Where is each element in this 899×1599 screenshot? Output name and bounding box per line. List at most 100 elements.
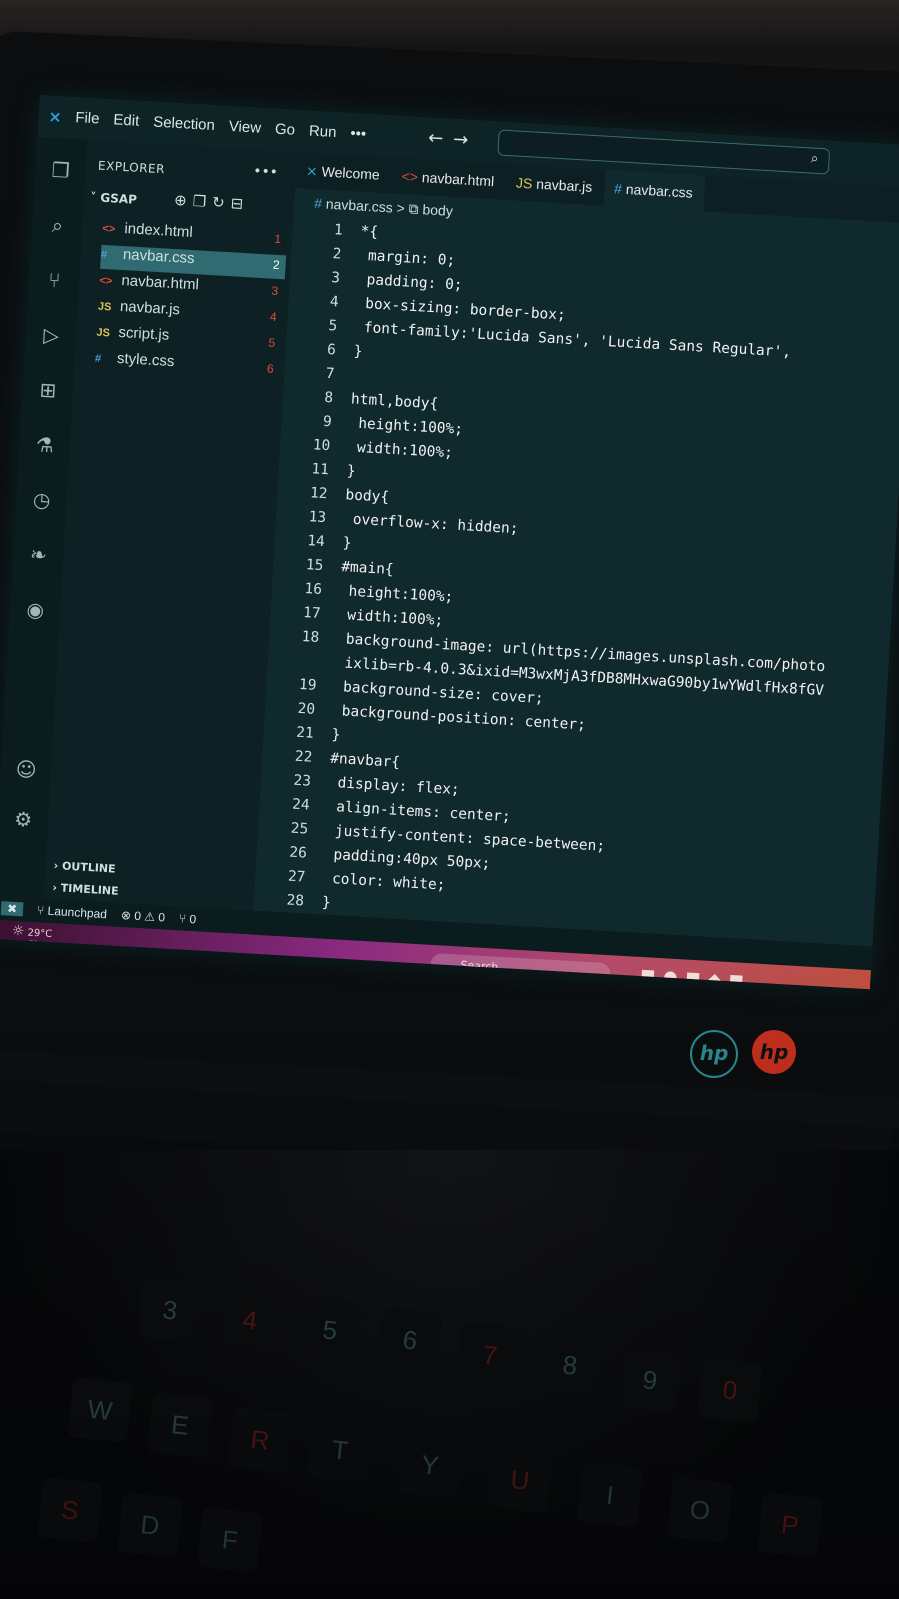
menu-run[interactable]: Run xyxy=(308,123,336,143)
laptop-screen: ⨯ File Edit Selection View Go Run ••• ←→… xyxy=(0,95,899,990)
breadcrumb-file[interactable]: navbar.css xyxy=(325,196,393,216)
hp-logo-icon: hp xyxy=(690,1030,738,1078)
line-number: 10 xyxy=(312,437,331,455)
breadcrumb-separator: > xyxy=(396,199,406,217)
extensions-icon[interactable]: ⊞ xyxy=(34,377,61,404)
search-icon[interactable]: ⌕ xyxy=(44,212,71,239)
css-file-icon: # xyxy=(94,352,102,365)
keyboard-key: O xyxy=(667,1477,733,1543)
github-icon[interactable]: ◉ xyxy=(22,597,49,624)
line-number: 14 xyxy=(306,533,326,551)
breadcrumb: # navbar.css > ⧉ body xyxy=(314,195,454,220)
back-arrow-icon[interactable]: ← xyxy=(428,127,454,149)
collapse-icon[interactable]: ⊟ xyxy=(230,194,250,213)
more-actions-icon[interactable]: ••• xyxy=(253,163,279,180)
keyboard-key: F xyxy=(197,1507,263,1573)
code-editor[interactable]: 1 *{2 margin: 0; 3 padding: 0; 4 box-sizing… xyxy=(252,220,899,976)
photo-scene: ⨯ File Edit Selection View Go Run ••• ←→… xyxy=(0,0,899,1599)
ports-status[interactable]: ⑂ 0 xyxy=(179,911,197,926)
keyboard-key: D xyxy=(117,1492,183,1558)
line-number: 25 xyxy=(290,820,309,838)
file-name: index.html xyxy=(123,220,194,242)
js-file-icon: JS xyxy=(97,300,112,314)
line-number: 17 xyxy=(302,605,322,622)
menu-selection[interactable]: Selection xyxy=(153,114,216,136)
menu-edit[interactable]: Edit xyxy=(113,111,140,130)
line-number: 27 xyxy=(287,868,306,886)
menu-bar: ⨯ File Edit Selection View Go Run ••• xyxy=(48,108,366,144)
problem-badge: 6 xyxy=(266,361,275,376)
keyboard-key: 0 xyxy=(697,1357,763,1423)
js-file-icon: JS xyxy=(96,326,111,340)
problems-status[interactable]: ⊗ 0 ⚠ 0 xyxy=(121,908,166,925)
line-number: 16 xyxy=(304,581,323,599)
project-folder[interactable]: ˅ GSAP xyxy=(90,190,137,207)
code-text: *{ xyxy=(360,223,379,241)
line-number: 24 xyxy=(291,796,310,814)
keyboard-key: W xyxy=(67,1377,133,1443)
menu-go[interactable]: Go xyxy=(274,121,296,140)
menu-view[interactable]: View xyxy=(228,118,261,138)
problem-badge: 4 xyxy=(269,309,278,324)
html-file-icon: <> xyxy=(401,167,423,186)
line-number: 6 xyxy=(326,341,337,359)
tab-label: navbar.css xyxy=(625,180,694,201)
nav-arrows: ←→ xyxy=(428,127,479,151)
line-number: 19 xyxy=(298,676,317,694)
breadcrumb-symbol[interactable]: body xyxy=(422,201,453,219)
vscode-logo-icon: ⨯ xyxy=(305,162,323,180)
line-number: 1 xyxy=(333,222,344,239)
testing-icon[interactable]: ⚗ xyxy=(31,432,58,459)
tab-navbar-css[interactable]: # navbar.css xyxy=(603,169,706,212)
js-file-icon: JS xyxy=(515,174,537,192)
search-icon: ⌕ xyxy=(810,150,820,167)
problem-badge: 2 xyxy=(272,257,281,273)
account-icon[interactable]: ☺ xyxy=(12,757,39,784)
line-number: 13 xyxy=(308,509,327,527)
line-number: 23 xyxy=(293,772,312,790)
source-control-icon[interactable]: ⑂ xyxy=(41,267,68,294)
keyboard-key: S xyxy=(37,1477,103,1543)
line-number: 5 xyxy=(327,318,338,335)
new-folder-icon[interactable]: ❐ xyxy=(192,192,212,211)
line-number: 20 xyxy=(297,700,316,718)
css-file-icon: # xyxy=(100,248,108,262)
keyboard-key: R xyxy=(227,1407,293,1473)
line-number xyxy=(268,663,336,667)
line-number: 4 xyxy=(329,294,340,311)
gear-icon[interactable]: ⚙ xyxy=(9,807,36,834)
run-debug-icon[interactable]: ▷ xyxy=(37,322,64,349)
launchpad-label: Launchpad xyxy=(47,903,108,922)
file-name: script.js xyxy=(117,323,170,344)
keyboard-key: U xyxy=(487,1447,553,1513)
tab-navbar-html[interactable]: <> navbar.html xyxy=(391,157,508,200)
line-number: 3 xyxy=(330,270,341,287)
code-text: } xyxy=(331,726,341,744)
file-name: navbar.js xyxy=(119,297,181,319)
problem-badge: 5 xyxy=(268,335,276,350)
keyboard-key: 8 xyxy=(537,1332,603,1398)
html-file-icon: <> xyxy=(102,222,116,236)
leaf-icon[interactable]: ❧ xyxy=(25,542,52,569)
forward-arrow-icon[interactable]: → xyxy=(453,129,479,151)
tab-navbar-js[interactable]: JS navbar.js xyxy=(505,164,605,206)
remote-indicator[interactable]: ✖ xyxy=(0,901,24,917)
html-file-icon: <> xyxy=(99,274,113,288)
line-number: 15 xyxy=(305,557,324,575)
launchpad-item[interactable]: ⑂ Launchpad xyxy=(37,903,108,921)
menu-file[interactable]: File xyxy=(75,109,100,128)
code-text: } xyxy=(353,343,363,360)
keyboard-key: P xyxy=(757,1492,823,1558)
new-file-icon[interactable]: ⊕ xyxy=(174,191,194,210)
line-number: 18 xyxy=(301,628,320,646)
css-file-icon: # xyxy=(313,194,327,212)
outline-section[interactable]: › OUTLINE xyxy=(53,859,243,883)
tab-welcome[interactable]: ⨯ Welcome xyxy=(295,152,393,193)
hp-logo-ghost-icon: hp xyxy=(752,1030,796,1074)
temperature: 29°C xyxy=(27,927,53,941)
menu-more[interactable]: ••• xyxy=(350,125,367,144)
refresh-icon[interactable]: ↻ xyxy=(212,193,232,212)
timeline-icon[interactable]: ◷ xyxy=(28,487,55,514)
laptop-keyboard: 34567890 WERTYUIO SDF P xyxy=(0,1150,899,1599)
explorer-icon[interactable]: ❐ xyxy=(47,158,74,185)
